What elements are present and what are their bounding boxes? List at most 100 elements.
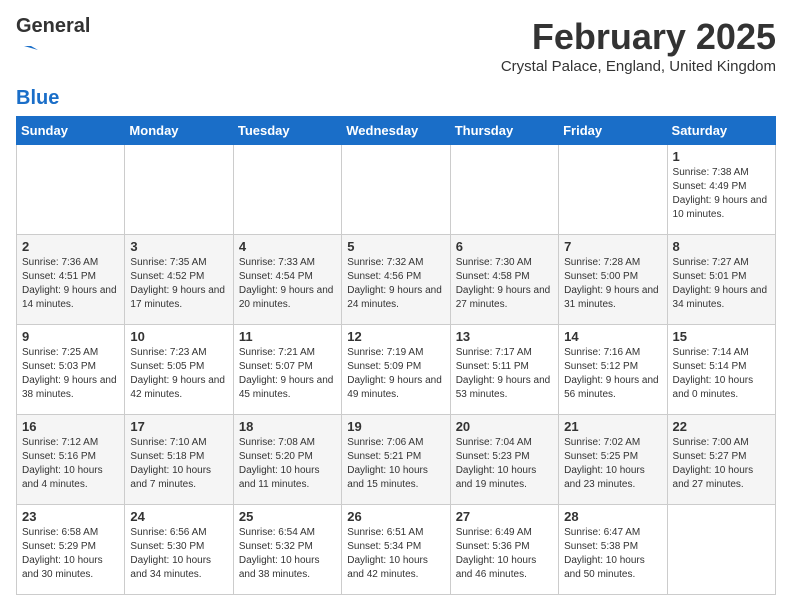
logo-text: General <box>16 16 90 36</box>
table-row: 7 Sunrise: 7:28 AM Sunset: 5:00 PM Daylig… <box>559 235 667 325</box>
header: General Blue February 2025 Crystal Palac… <box>16 16 776 108</box>
title-area: February 2025 Crystal Palace, England, U… <box>501 16 776 75</box>
day-info: Sunrise: 7:10 AM Sunset: 5:18 PM Dayligh… <box>130 436 227 492</box>
day-info: Sunrise: 7:04 AM Sunset: 5:23 PM Dayligh… <box>456 436 553 492</box>
day-info: Sunrise: 7:14 AM Sunset: 5:14 PM Dayligh… <box>673 346 770 402</box>
day-info: Sunrise: 7:27 AM Sunset: 5:01 PM Dayligh… <box>673 256 770 312</box>
table-row: 23 Sunrise: 6:58 AM Sunset: 5:29 PM Dayli… <box>17 505 125 595</box>
table-row <box>342 145 450 235</box>
day-number: 21 <box>564 419 661 434</box>
day-info: Sunrise: 6:58 AM Sunset: 5:29 PM Dayligh… <box>22 526 119 582</box>
day-number: 4 <box>239 239 336 254</box>
header-wednesday: Wednesday <box>342 117 450 145</box>
day-number: 11 <box>239 329 336 344</box>
table-row: 12Sunrise: 7:19 AM Sunset: 5:09 PM Dayli… <box>342 325 450 415</box>
day-info: Sunrise: 7:06 AM Sunset: 5:21 PM Dayligh… <box>347 436 444 492</box>
table-row: 3 Sunrise: 7:35 AM Sunset: 4:52 PM Daylig… <box>125 235 233 325</box>
calendar-week-row: 16 Sunrise: 7:12 AM Sunset: 5:16 PM Dayli… <box>17 415 776 505</box>
table-row: 14Sunrise: 7:16 AM Sunset: 5:12 PM Dayli… <box>559 325 667 415</box>
header-friday: Friday <box>559 117 667 145</box>
header-tuesday: Tuesday <box>233 117 341 145</box>
day-info: Sunrise: 7:12 AM Sunset: 5:16 PM Dayligh… <box>22 436 119 492</box>
day-number: 25 <box>239 509 336 524</box>
day-info: Sunrise: 7:30 AM Sunset: 4:58 PM Dayligh… <box>456 256 553 312</box>
day-number: 1 <box>673 149 770 164</box>
table-row: 25 Sunrise: 6:54 AM Sunset: 5:32 PM Dayli… <box>233 505 341 595</box>
day-number: 16 <box>22 419 119 434</box>
table-row: 22Sunrise: 7:00 AM Sunset: 5:27 PM Dayli… <box>667 415 775 505</box>
table-row <box>559 145 667 235</box>
table-row <box>17 145 125 235</box>
logo-blue-text: Blue <box>16 88 59 108</box>
day-number: 6 <box>456 239 553 254</box>
header-monday: Monday <box>125 117 233 145</box>
calendar-week-row: 1 Sunrise: 7:38 AM Sunset: 4:49 PM Daylig… <box>17 145 776 235</box>
table-row: 8 Sunrise: 7:27 AM Sunset: 5:01 PM Daylig… <box>667 235 775 325</box>
day-info: Sunrise: 7:08 AM Sunset: 5:20 PM Dayligh… <box>239 436 336 492</box>
day-info: Sunrise: 6:54 AM Sunset: 5:32 PM Dayligh… <box>239 526 336 582</box>
table-row: 2 Sunrise: 7:36 AM Sunset: 4:51 PM Daylig… <box>17 235 125 325</box>
day-info: Sunrise: 7:17 AM Sunset: 5:11 PM Dayligh… <box>456 346 553 402</box>
calendar-week-row: 9 Sunrise: 7:25 AM Sunset: 5:03 PM Daylig… <box>17 325 776 415</box>
day-info: Sunrise: 7:28 AM Sunset: 5:00 PM Dayligh… <box>564 256 661 312</box>
header-sunday: Sunday <box>17 117 125 145</box>
day-number: 9 <box>22 329 119 344</box>
day-number: 19 <box>347 419 444 434</box>
day-number: 18 <box>239 419 336 434</box>
table-row: 21 Sunrise: 7:02 AM Sunset: 5:25 PM Dayli… <box>559 415 667 505</box>
day-number: 23 <box>22 509 119 524</box>
day-info: Sunrise: 6:56 AM Sunset: 5:30 PM Dayligh… <box>130 526 227 582</box>
day-info: Sunrise: 7:33 AM Sunset: 4:54 PM Dayligh… <box>239 256 336 312</box>
day-info: Sunrise: 7:35 AM Sunset: 4:52 PM Dayligh… <box>130 256 227 312</box>
day-info: Sunrise: 7:23 AM Sunset: 5:05 PM Dayligh… <box>130 346 227 402</box>
table-row <box>233 145 341 235</box>
day-number: 28 <box>564 509 661 524</box>
table-row: 9 Sunrise: 7:25 AM Sunset: 5:03 PM Daylig… <box>17 325 125 415</box>
day-number: 27 <box>456 509 553 524</box>
day-number: 8 <box>673 239 770 254</box>
table-row: 26Sunrise: 6:51 AM Sunset: 5:34 PM Dayli… <box>342 505 450 595</box>
day-info: Sunrise: 7:02 AM Sunset: 5:25 PM Dayligh… <box>564 436 661 492</box>
day-number: 2 <box>22 239 119 254</box>
table-row: 27 Sunrise: 6:49 AM Sunset: 5:36 PM Dayli… <box>450 505 558 595</box>
header-thursday: Thursday <box>450 117 558 145</box>
day-number: 24 <box>130 509 227 524</box>
table-row: 24 Sunrise: 6:56 AM Sunset: 5:30 PM Dayli… <box>125 505 233 595</box>
table-row: 17Sunrise: 7:10 AM Sunset: 5:18 PM Dayli… <box>125 415 233 505</box>
table-row: 6 Sunrise: 7:30 AM Sunset: 4:58 PM Daylig… <box>450 235 558 325</box>
day-number: 14 <box>564 329 661 344</box>
table-row <box>450 145 558 235</box>
table-row: 15 Sunrise: 7:14 AM Sunset: 5:14 PM Dayli… <box>667 325 775 415</box>
table-row: 5 Sunrise: 7:32 AM Sunset: 4:56 PM Daylig… <box>342 235 450 325</box>
day-info: Sunrise: 7:36 AM Sunset: 4:51 PM Dayligh… <box>22 256 119 312</box>
day-number: 13 <box>456 329 553 344</box>
logo-bird-icon <box>16 40 38 62</box>
table-row: 13 Sunrise: 7:17 AM Sunset: 5:11 PM Dayli… <box>450 325 558 415</box>
day-info: Sunrise: 6:51 AM Sunset: 5:34 PM Dayligh… <box>347 526 444 582</box>
day-info: Sunrise: 7:25 AM Sunset: 5:03 PM Dayligh… <box>22 346 119 402</box>
day-number: 22 <box>673 419 770 434</box>
table-row: 10Sunrise: 7:23 AM Sunset: 5:05 PM Dayli… <box>125 325 233 415</box>
day-info: Sunrise: 7:21 AM Sunset: 5:07 PM Dayligh… <box>239 346 336 402</box>
day-info: Sunrise: 7:38 AM Sunset: 4:49 PM Dayligh… <box>673 166 770 222</box>
day-info: Sunrise: 7:32 AM Sunset: 4:56 PM Dayligh… <box>347 256 444 312</box>
table-row: 18 Sunrise: 7:08 AM Sunset: 5:20 PM Dayli… <box>233 415 341 505</box>
day-number: 15 <box>673 329 770 344</box>
day-number: 3 <box>130 239 227 254</box>
month-title: February 2025 <box>501 16 776 58</box>
table-row: 19 Sunrise: 7:06 AM Sunset: 5:21 PM Dayli… <box>342 415 450 505</box>
day-number: 7 <box>564 239 661 254</box>
day-number: 5 <box>347 239 444 254</box>
day-number: 20 <box>456 419 553 434</box>
header-saturday: Saturday <box>667 117 775 145</box>
table-row: 16 Sunrise: 7:12 AM Sunset: 5:16 PM Dayli… <box>17 415 125 505</box>
table-row: 28Sunrise: 6:47 AM Sunset: 5:38 PM Dayli… <box>559 505 667 595</box>
calendar-week-row: 2 Sunrise: 7:36 AM Sunset: 4:51 PM Daylig… <box>17 235 776 325</box>
day-info: Sunrise: 7:19 AM Sunset: 5:09 PM Dayligh… <box>347 346 444 402</box>
day-info: Sunrise: 6:49 AM Sunset: 5:36 PM Dayligh… <box>456 526 553 582</box>
table-row: 11 Sunrise: 7:21 AM Sunset: 5:07 PM Dayli… <box>233 325 341 415</box>
table-row: 4 Sunrise: 7:33 AM Sunset: 4:54 PM Daylig… <box>233 235 341 325</box>
table-row <box>125 145 233 235</box>
calendar-week-row: 23 Sunrise: 6:58 AM Sunset: 5:29 PM Dayli… <box>17 505 776 595</box>
table-row: 20 Sunrise: 7:04 AM Sunset: 5:23 PM Dayli… <box>450 415 558 505</box>
